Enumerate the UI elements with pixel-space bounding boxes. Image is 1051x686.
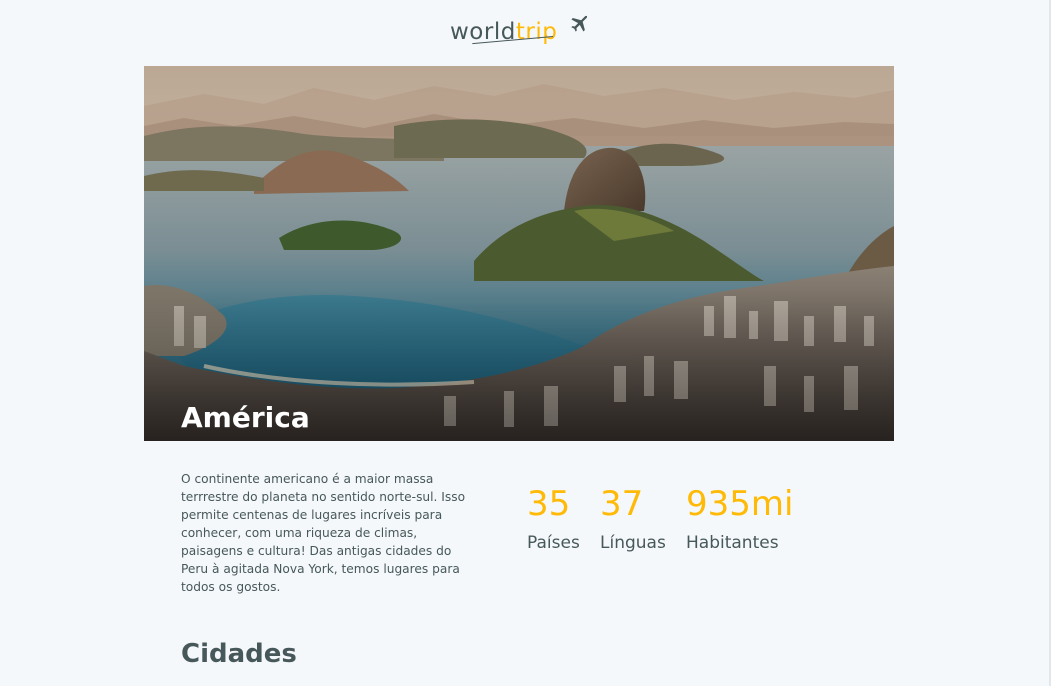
- stat-inhabitants: 935mi Habitantes: [686, 478, 816, 556]
- stat-label: Habitantes: [686, 533, 779, 553]
- stat-value: 35: [527, 484, 571, 524]
- stat-value: 37: [600, 484, 644, 524]
- stat-label: Línguas: [600, 533, 666, 553]
- banner-image: [144, 66, 894, 441]
- cities-section-title: Cidades: [181, 639, 297, 669]
- logo-text-world: world: [450, 19, 516, 45]
- logo-text-trip: trip: [516, 14, 557, 50]
- continent-title: América: [181, 401, 310, 434]
- logo[interactable]: world trip: [450, 14, 588, 50]
- continent-description: O continente americano é a maior massa t…: [181, 472, 466, 594]
- stat-languages: 37 Línguas: [600, 478, 686, 556]
- stat-label: Países: [527, 533, 580, 553]
- stat-value: 935mi: [686, 484, 794, 524]
- airplane-icon: [571, 15, 588, 32]
- continent-stats: 35 Países 37 Línguas 935mi Habitantes: [527, 478, 816, 556]
- continent-banner: América: [144, 66, 894, 441]
- stat-countries: 35 Países: [527, 478, 600, 556]
- header: world trip: [0, 0, 1051, 62]
